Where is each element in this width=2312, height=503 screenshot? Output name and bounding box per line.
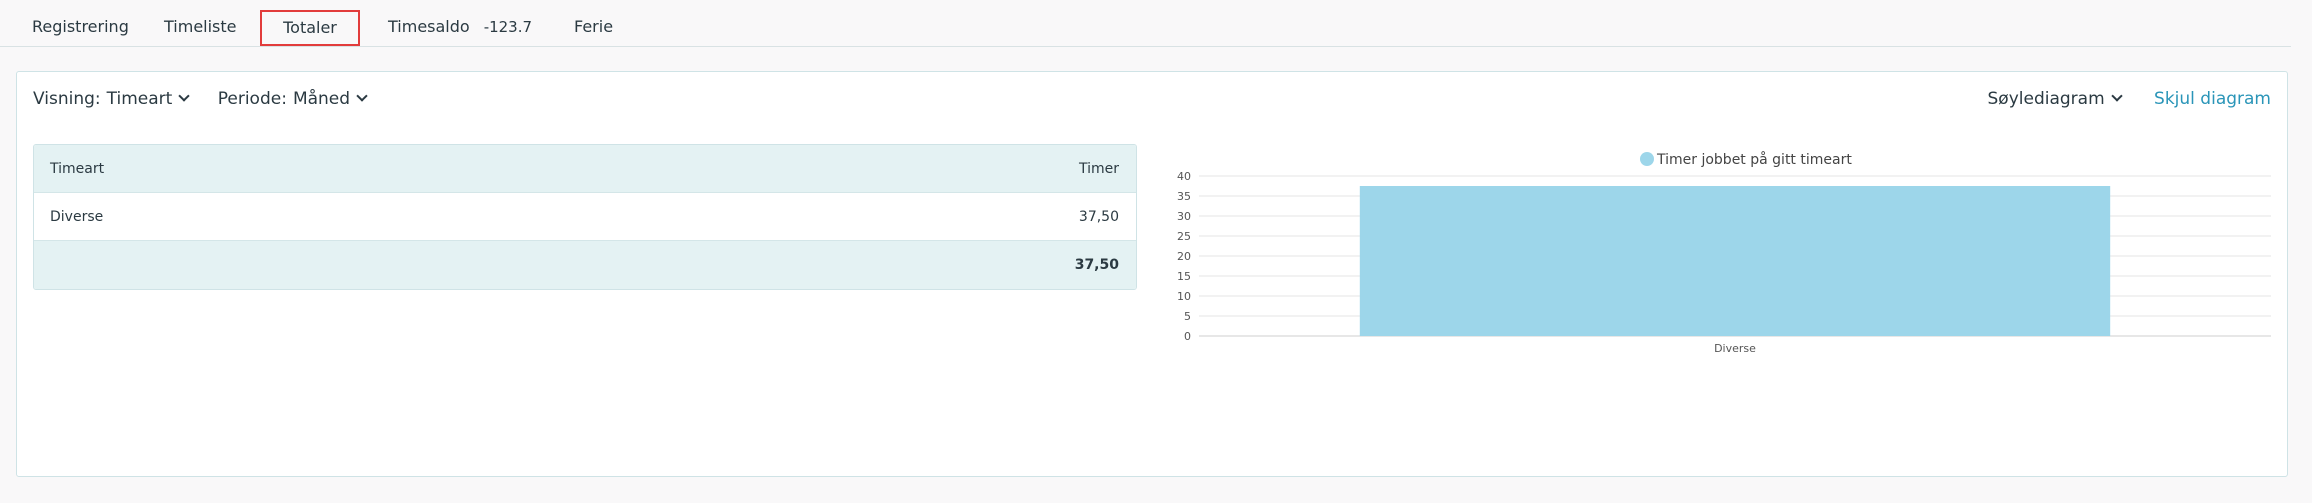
header-timeart: Timeart: [50, 161, 105, 177]
tab-timesaldo[interactable]: Timesaldo -123.7: [388, 10, 532, 46]
filter-bar: Visning: Timeart Periode: Måned: [33, 89, 390, 115]
hide-chart-link[interactable]: Skjul diagram: [2154, 89, 2271, 109]
visning-label: Visning:: [33, 89, 101, 109]
total-timer: 37,50: [1074, 257, 1119, 273]
periode-value: Måned: [292, 89, 351, 109]
tab-timeliste[interactable]: Timeliste: [164, 10, 237, 46]
tab-ferie[interactable]: Ferie: [574, 10, 613, 46]
y-tick-label: 0: [1184, 330, 1191, 343]
y-tick-label: 5: [1184, 310, 1191, 323]
header-timer: Timer: [1078, 161, 1119, 177]
bar-chart: 0 5 10 15 20 25 30 35 40 Diverse Timer jobbet på g…: [1167, 144, 2287, 454]
totals-table: Timeart Timer Diverse 37,50 37,50: [33, 144, 1137, 290]
legend-label: Timer jobbet på gitt timeart: [1656, 151, 1852, 168]
y-tick-label: 35: [1177, 190, 1191, 203]
x-tick-label: Diverse: [1714, 342, 1756, 355]
timesaldo-value: -123.7: [483, 18, 533, 36]
periode-dropdown[interactable]: Periode: Måned: [217, 89, 368, 109]
visning-dropdown[interactable]: Visning: Timeart: [33, 89, 190, 109]
y-tick-label: 10: [1177, 290, 1191, 303]
chevron-down-icon: [178, 90, 190, 102]
chevron-down-icon: [2110, 90, 2123, 102]
chart-type-value: Søylediagram: [1987, 89, 2105, 109]
y-tick-label: 40: [1177, 170, 1191, 183]
bar: [1359, 186, 2111, 336]
chevron-down-icon: [356, 90, 368, 102]
tab-bar: Registrering Timeliste Totaler Timesaldo…: [0, 0, 2291, 47]
tab-totaler[interactable]: Totaler: [260, 10, 360, 46]
tab-registrering[interactable]: Registrering: [32, 10, 129, 46]
y-tick-label: 25: [1177, 230, 1191, 243]
tab-timesaldo-label: Timesaldo: [388, 17, 470, 36]
chart-controls: Søylediagram Skjul diagram: [1988, 89, 2271, 109]
cell-timer: 37,50: [1078, 209, 1119, 225]
y-tick-label: 15: [1177, 270, 1191, 283]
totals-panel: Visning: Timeart Periode: Måned Søylediagr…: [16, 71, 2288, 477]
chart-type-dropdown[interactable]: Søylediagram: [1987, 89, 2123, 109]
table-total-row: 37,50: [34, 241, 1136, 289]
chart-svg: 0 5 10 15 20 25 30 35 40 Diverse Timer jobbet på g…: [1177, 151, 2271, 355]
periode-label: Periode:: [217, 89, 287, 109]
table-header-row: Timeart Timer: [34, 145, 1136, 193]
y-tick-label: 20: [1177, 250, 1191, 263]
cell-timeart: Diverse: [50, 209, 104, 225]
table-row: Diverse 37,50: [34, 193, 1136, 241]
visning-value: Timeart: [106, 89, 173, 109]
legend-marker: [1640, 152, 1654, 166]
y-tick-label: 30: [1177, 210, 1191, 223]
